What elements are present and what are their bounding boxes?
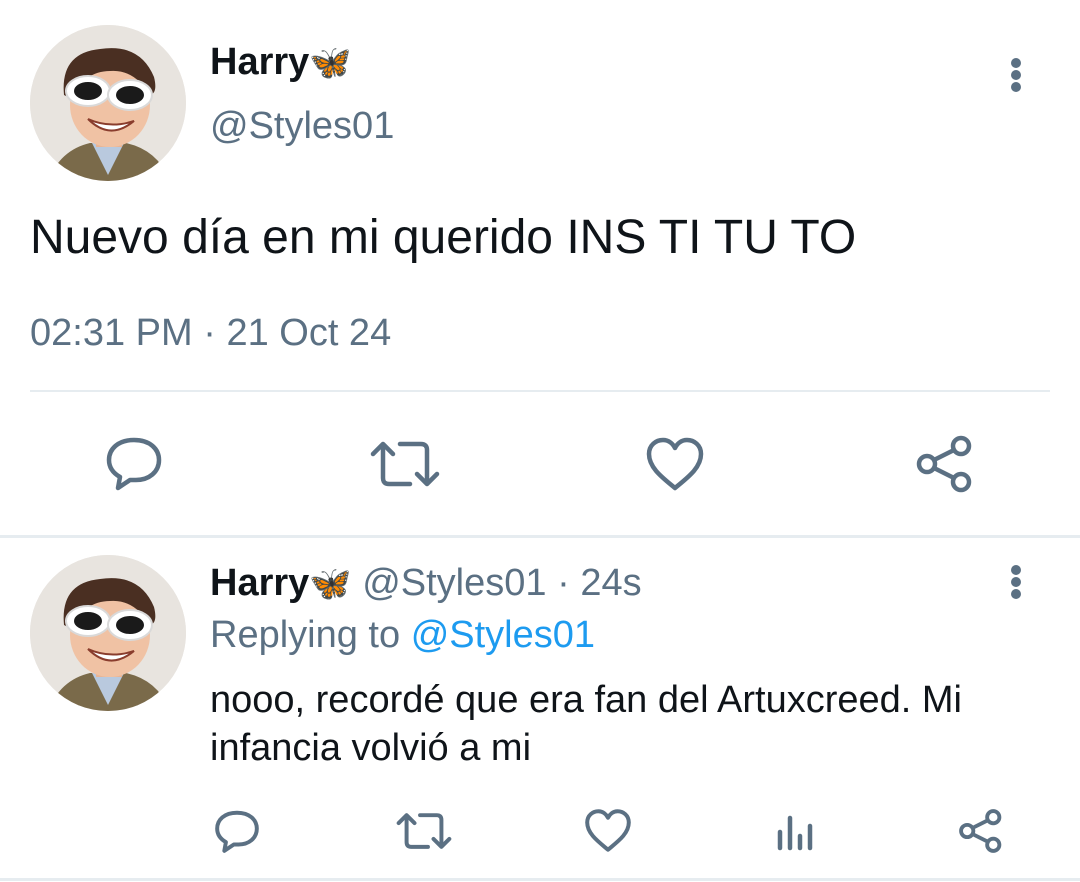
reply-icon bbox=[215, 810, 259, 853]
reply-button[interactable] bbox=[214, 808, 260, 859]
retweet-button[interactable] bbox=[396, 812, 452, 855]
retweet-icon bbox=[396, 813, 452, 849]
reply-separator: · bbox=[557, 562, 570, 604]
share-button[interactable] bbox=[958, 808, 1004, 859]
divider bbox=[30, 390, 1050, 392]
like-icon bbox=[646, 437, 704, 491]
retweet-icon bbox=[370, 441, 440, 487]
reply-age[interactable]: 24s bbox=[580, 562, 641, 604]
reply-text-line-2: infancia volvió a mi bbox=[210, 727, 532, 769]
reply-author-name[interactable]: Harry bbox=[210, 562, 309, 604]
tweet-date: 21 Oct 24 bbox=[226, 312, 392, 354]
author-name[interactable]: Harry🦋 bbox=[210, 40, 352, 85]
reply-text: nooo, recordé que era fan del Artuxcreed… bbox=[210, 676, 962, 772]
reply-button[interactable] bbox=[105, 435, 163, 496]
reply-author-avatar[interactable] bbox=[30, 555, 186, 711]
share-icon bbox=[959, 809, 1002, 853]
tweet-text: Nuevo día en mi querido INS TI TU TO bbox=[30, 211, 857, 264]
butterfly-icon: 🦋 bbox=[309, 565, 352, 603]
bottom-divider bbox=[0, 878, 1080, 881]
analytics-icon bbox=[777, 815, 813, 851]
more-vertical-icon[interactable] bbox=[1010, 58, 1022, 92]
butterfly-icon: 🦋 bbox=[309, 44, 352, 82]
like-button[interactable] bbox=[584, 808, 632, 858]
like-icon bbox=[585, 809, 631, 852]
reply-author-handle[interactable]: @Styles01 bbox=[362, 562, 546, 604]
reply-text-line-1: nooo, recordé que era fan del Artuxcreed… bbox=[210, 679, 963, 721]
share-icon bbox=[916, 435, 972, 493]
more-vertical-icon[interactable] bbox=[1010, 565, 1022, 599]
section-divider bbox=[0, 535, 1080, 538]
analytics-button[interactable] bbox=[776, 812, 816, 857]
reply-icon bbox=[106, 437, 162, 491]
timestamp-separator: · bbox=[203, 312, 216, 354]
retweet-button[interactable] bbox=[370, 440, 440, 493]
author-handle[interactable]: @Styles01 bbox=[210, 104, 394, 148]
share-button[interactable] bbox=[915, 434, 975, 499]
replying-to-label: Replying to bbox=[210, 614, 401, 656]
tweet-time: 02:31 PM bbox=[30, 312, 193, 354]
author-name-text[interactable]: Harry bbox=[210, 41, 309, 83]
author-avatar[interactable] bbox=[30, 25, 186, 181]
replying-to: Replying to @Styles01 bbox=[210, 612, 595, 658]
tweet-timestamp[interactable]: 02:31 PM · 21 Oct 24 bbox=[30, 310, 391, 356]
reply-header: Harry🦋 @Styles01 · 24s bbox=[210, 560, 642, 607]
like-button[interactable] bbox=[645, 436, 705, 497]
replying-to-handle[interactable]: @Styles01 bbox=[411, 614, 595, 656]
